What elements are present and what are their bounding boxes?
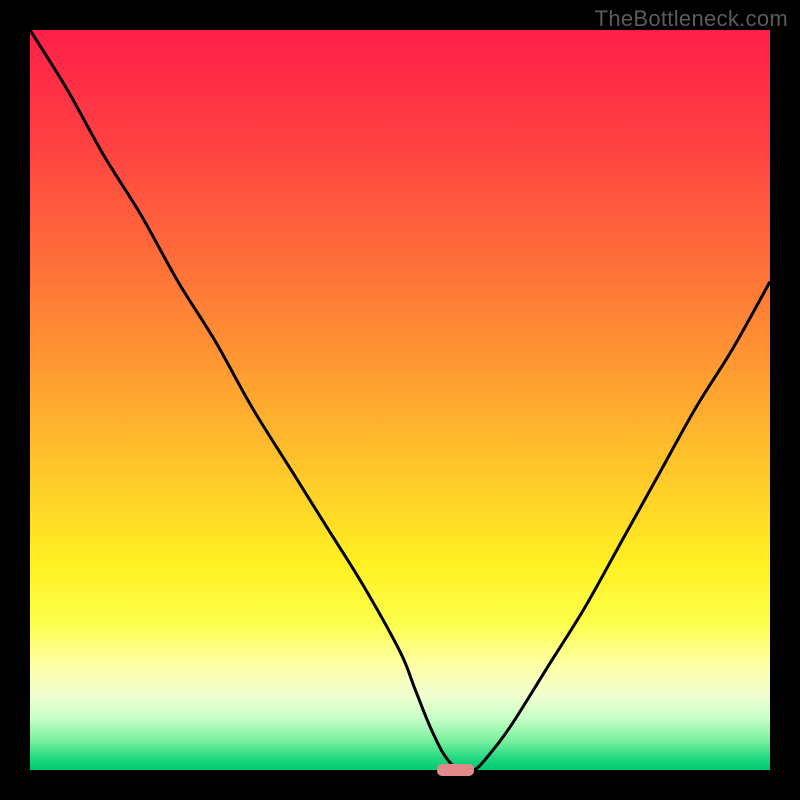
chart-frame: TheBottleneck.com (0, 0, 800, 800)
plot-background (30, 30, 770, 770)
watermark-text: TheBottleneck.com (595, 6, 788, 32)
optimal-marker (437, 764, 474, 776)
bottleneck-chart (0, 0, 800, 800)
